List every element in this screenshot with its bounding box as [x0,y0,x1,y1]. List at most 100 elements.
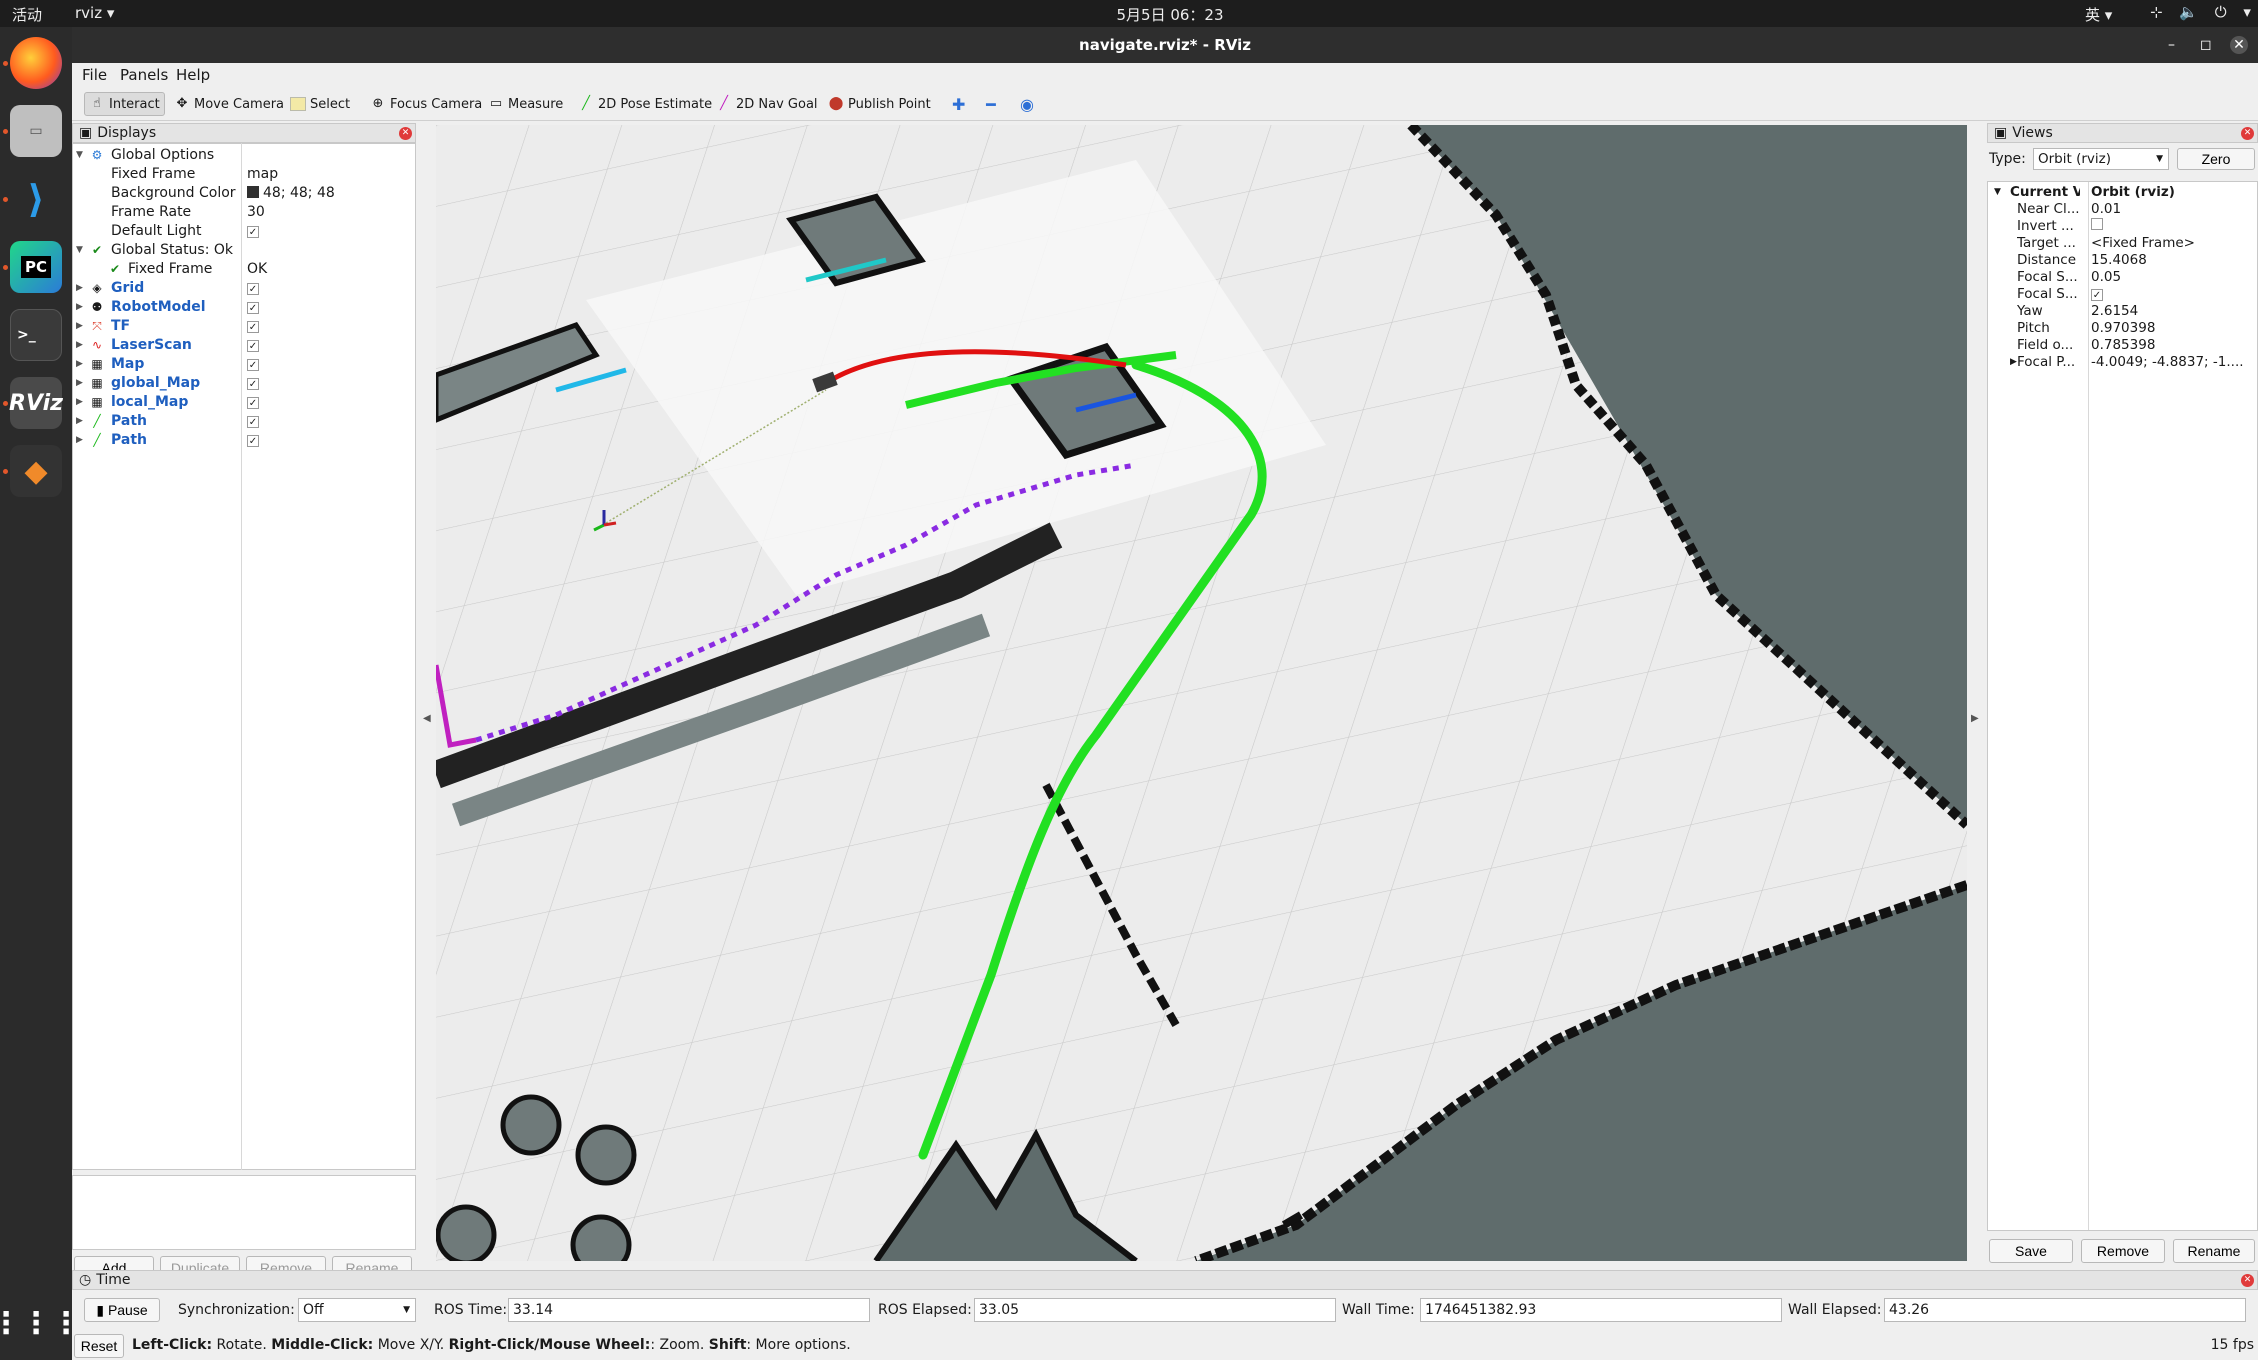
expand-icon[interactable]: ▼ [76,241,88,260]
view-prop-row[interactable]: Yaw 2.6154 [1988,303,2256,320]
tree-row-status-fixed-frame[interactable]: ✔ Fixed Frame OK [73,260,413,279]
view-prop-row[interactable]: Pitch 0.970398 [1988,320,2256,337]
close-panel-icon[interactable]: ✕ [2241,1274,2254,1287]
tree-row-local-map[interactable]: ▶ ▦ local_Map ✓ [73,393,413,412]
pycharm-icon[interactable]: PC [10,241,62,293]
prop-value[interactable]: 15.4068 [2091,252,2147,269]
pause-button[interactable]: ▮ Pause [84,1298,160,1322]
input-method-menu[interactable]: 英 ▾ [2085,4,2112,25]
display-checkbox[interactable]: ✓ [247,359,259,371]
collapse-right-icon[interactable]: ▶ [1971,713,1979,724]
frame-rate-value[interactable]: 30 [247,203,265,222]
map-render[interactable] [436,125,1967,1261]
invert-checkbox[interactable] [2091,218,2103,230]
remove-tool-icon[interactable]: ━ [982,92,1000,116]
nav-goal-tool[interactable]: ╱ 2D Nav Goal [712,92,822,116]
expand-icon[interactable]: ▶ [76,431,88,450]
prop-value[interactable]: -4.0049; -4.8837; -1.... [2091,354,2244,371]
display-checkbox[interactable]: ✓ [247,340,259,352]
interact-tool[interactable]: ☝ Interact [84,92,165,116]
default-light-checkbox[interactable]: ✓ [247,226,259,238]
display-checkbox[interactable]: ✓ [247,283,259,295]
display-checkbox[interactable]: ✓ [247,416,259,428]
ros-elapsed-field[interactable]: 33.05 [974,1298,1336,1322]
sync-select[interactable]: Off ▼ [298,1298,416,1322]
view-properties[interactable]: ▼ Current V... Orbit (rviz) Near Cl... 0.01… [1987,181,2258,1231]
focal-shape-checkbox[interactable]: ✓ [2091,289,2103,301]
display-checkbox[interactable]: ✓ [247,378,259,390]
tree-row-grid[interactable]: ▶ ◈ Grid ✓ [73,279,413,298]
save-view-button[interactable]: Save [1989,1239,2073,1263]
view-prop-row[interactable]: Field o... 0.785398 [1988,337,2256,354]
wall-time-field[interactable]: 1746451382.93 [1420,1298,1782,1322]
close-panel-icon[interactable]: ✕ [399,127,412,140]
measure-tool[interactable]: ▭ Measure [484,92,567,116]
terminal-icon[interactable]: >_ [10,309,62,361]
close-icon[interactable]: ✕ [2230,36,2248,54]
tree-row-default-light[interactable]: Default Light ✓ [73,222,413,241]
add-tool-icon[interactable]: ✚ [948,92,969,116]
tree-row-path-2[interactable]: ▶ ╱ Path ✓ [73,431,413,450]
collapse-left-icon[interactable]: ◀ [423,713,431,724]
move-camera-tool[interactable]: ✥ Move Camera [170,92,288,116]
tree-row-fixed-frame[interactable]: Fixed Frame map [73,165,413,184]
splitter-right[interactable]: ▶ [1969,123,1983,1263]
select-tool[interactable]: Select [286,92,354,116]
tool-properties-icon[interactable]: ◉ [1016,92,1038,116]
apps-grid-icon[interactable]: ⋮⋮⋮ [0,1297,81,1349]
activities-button[interactable]: 活动 [12,4,42,25]
view-prop-row[interactable]: Target ... <Fixed Frame> [1988,235,2256,252]
expand-icon[interactable]: ▶ [76,336,88,355]
display-checkbox[interactable]: ✓ [247,321,259,333]
menu-help[interactable]: Help [176,66,210,84]
expand-icon[interactable]: ▶ [76,317,88,336]
tree-row-tf[interactable]: ▶ ⤧ TF ✓ [73,317,413,336]
ros-time-field[interactable]: 33.14 [508,1298,870,1322]
expand-icon[interactable]: ▶ [76,374,88,393]
rename-view-button[interactable]: Rename [2173,1239,2255,1263]
prop-value[interactable]: 0.01 [2091,201,2121,218]
display-checkbox[interactable]: ✓ [247,435,259,447]
expand-icon[interactable]: ▶ [76,393,88,412]
tree-row-global-options[interactable]: ▼ ⚙ Global Options [73,146,413,165]
splitter-left[interactable]: ◀ [422,123,434,1263]
displays-tree[interactable]: ▼ ⚙ Global Options Fixed Frame map Backgrou… [72,143,416,1170]
tree-row-global-status[interactable]: ▼ ✔ Global Status: Ok [73,241,413,260]
reset-button[interactable]: Reset [74,1334,124,1358]
system-tray[interactable]: ⊹ 🔈 ⏻ ▾ [2150,3,2257,21]
remove-view-button[interactable]: Remove [2081,1239,2165,1263]
expand-icon[interactable]: ▶ [76,298,88,317]
tree-row-laserscan[interactable]: ▶ ∿ LaserScan ✓ [73,336,413,355]
menu-panels[interactable]: Panels [120,66,168,84]
zero-button[interactable]: Zero [2177,148,2255,170]
expand-icon[interactable]: ▶ [76,355,88,374]
pose-estimate-tool[interactable]: ╱ 2D Pose Estimate [574,92,716,116]
expand-icon[interactable]: ▶ [2010,354,2017,371]
view-type-select[interactable]: Orbit (rviz) ▼ [2033,148,2169,170]
files-icon[interactable]: ▭ [10,105,62,157]
minimize-icon[interactable]: – [2168,27,2175,63]
prop-value[interactable]: <Fixed Frame> [2091,235,2195,252]
view-prop-row[interactable]: Focal S... ✓ [1988,286,2256,303]
prop-value[interactable]: 0.970398 [2091,320,2155,337]
view-prop-row[interactable]: Near Cl... 0.01 [1988,201,2256,218]
tree-row-path[interactable]: ▶ ╱ Path ✓ [73,412,413,431]
prop-value[interactable]: 2.6154 [2091,303,2138,320]
background-color-value[interactable]: 48; 48; 48 [247,184,335,203]
view-prop-row[interactable]: Invert ... [1988,218,2256,235]
fixed-frame-value[interactable]: map [247,165,278,184]
vscode-icon[interactable]: ⟩ [10,173,62,225]
close-panel-icon[interactable]: ✕ [2241,127,2254,140]
tree-row-background-color[interactable]: Background Color 48; 48; 48 [73,184,413,203]
tree-row-frame-rate[interactable]: Frame Rate 30 [73,203,413,222]
focus-camera-tool[interactable]: ⊕ Focus Camera [366,92,486,116]
column-divider[interactable] [241,143,242,1170]
column-divider[interactable] [2088,182,2089,1230]
tree-row-map[interactable]: ▶ ▦ Map ✓ [73,355,413,374]
publish-point-tool[interactable]: ⬤ Publish Point [824,92,935,116]
view-prop-row[interactable]: ▶ Focal P... -4.0049; -4.8837; -1.... [1988,354,2256,371]
wall-elapsed-field[interactable]: 43.26 [1884,1298,2246,1322]
stack-icon[interactable]: ◆ [10,445,62,497]
clock[interactable]: 5月5日 06：23 [1100,4,1240,25]
expand-icon[interactable]: ▶ [76,279,88,298]
